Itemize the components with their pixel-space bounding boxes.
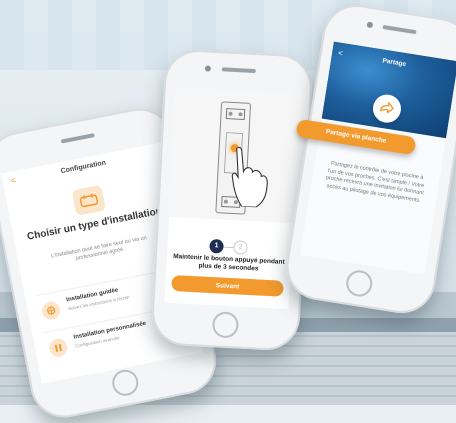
phone-button-instruction: 1 2 Maintenir le bouton appuyé pendant p… bbox=[150, 48, 314, 352]
instruction-text: Maintenir le bouton appuyé pendant plus … bbox=[172, 253, 285, 273]
pressing-hand-icon bbox=[231, 146, 268, 208]
sharing-description: Partagez le contrôle de votre piscine à … bbox=[325, 160, 425, 204]
sharing-header-banner: < Partage bbox=[321, 41, 456, 139]
screen-title: Partage bbox=[381, 57, 407, 69]
next-button[interactable]: Suivant bbox=[171, 274, 284, 297]
phone-speaker bbox=[221, 67, 256, 74]
installation-description: L'installation peut se faire seul ou via… bbox=[50, 235, 148, 262]
phone-speaker bbox=[60, 133, 95, 144]
phone-camera bbox=[204, 65, 211, 72]
home-button[interactable] bbox=[110, 367, 141, 399]
device-illustration bbox=[169, 88, 300, 224]
screen-button-instruction: 1 2 Maintenir le bouton appuyé pendant p… bbox=[164, 88, 300, 310]
step-2-badge: 2 bbox=[233, 240, 248, 255]
phone-camera bbox=[366, 21, 374, 29]
step-connector bbox=[223, 246, 234, 249]
guided-installation-icon bbox=[40, 300, 62, 322]
installation-logo-icon bbox=[71, 184, 107, 216]
phone-speaker bbox=[382, 24, 417, 35]
home-button[interactable] bbox=[211, 311, 240, 339]
step-indicator: 1 2 bbox=[209, 238, 260, 256]
screen-title: Configuration bbox=[60, 159, 107, 176]
step-1-badge: 1 bbox=[209, 238, 224, 254]
screen-sharing: < Partage Partagez le contrôle de votre … bbox=[300, 41, 456, 275]
custom-installation-icon bbox=[47, 337, 69, 359]
home-button[interactable] bbox=[344, 268, 375, 299]
